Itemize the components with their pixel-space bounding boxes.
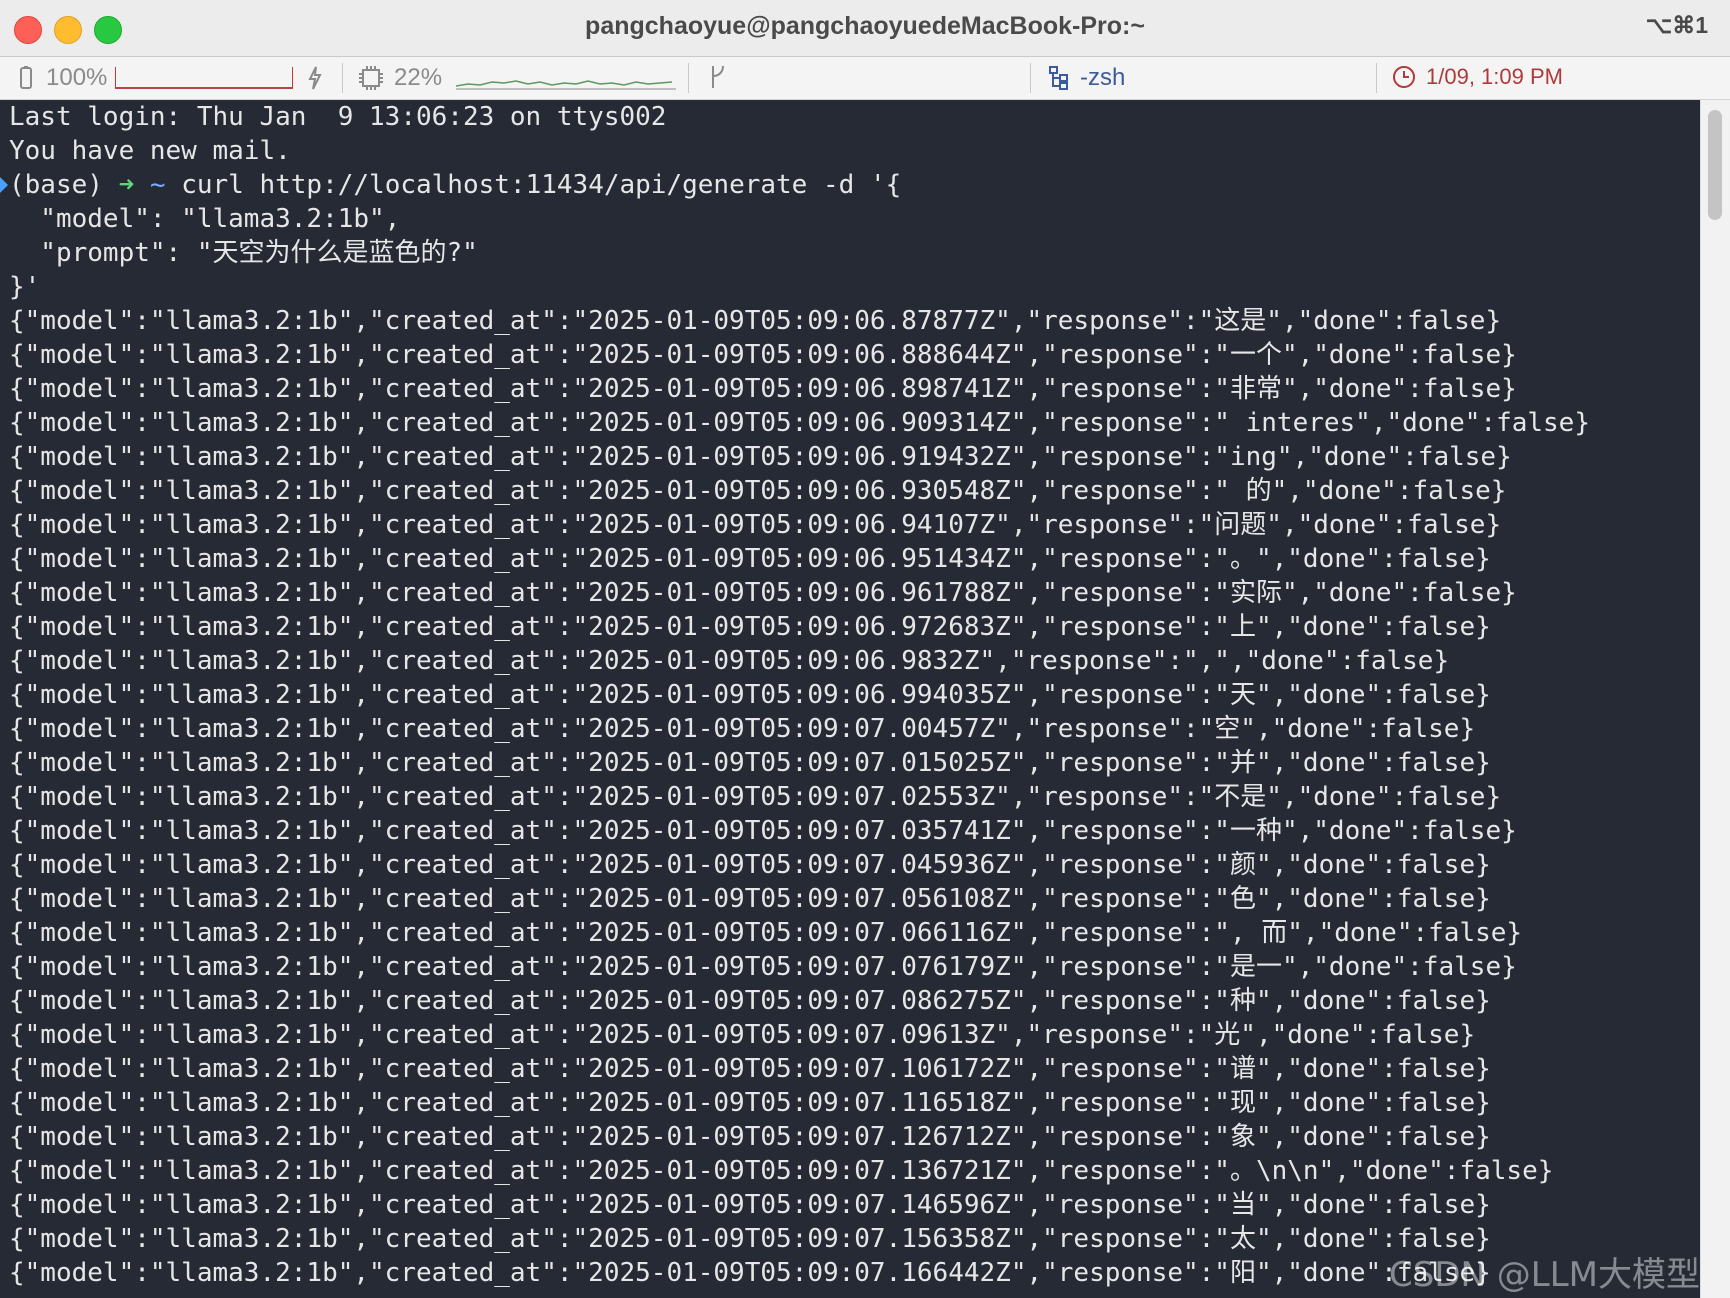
prompt-cwd: ~ [149, 170, 166, 200]
response-line: {"model":"llama3.2:1b","created_at":"202… [9, 782, 1502, 812]
branch-icon [712, 65, 724, 88]
response-line: {"model":"llama3.2:1b","created_at":"202… [9, 306, 1502, 336]
response-line: {"model":"llama3.2:1b","created_at":"202… [9, 544, 1491, 574]
terminal-line: "model": "llama3.2:1b", [9, 204, 401, 234]
conda-env: (base) [9, 170, 103, 200]
response-line: {"model":"llama3.2:1b","created_at":"202… [9, 884, 1491, 914]
response-line: {"model":"llama3.2:1b","created_at":"202… [9, 374, 1517, 404]
battery-percent: 100% [46, 64, 108, 91]
status-bar: 100% 22% -zsh 1/09, 1:09 PM [0, 57, 1730, 100]
status-divider [342, 63, 343, 93]
command-text: curl http://localhost:11434/api/generate… [181, 170, 902, 200]
cpu-status: 22% [358, 64, 677, 92]
watermark: CSDN @LLM大模型 [1389, 1255, 1700, 1295]
response-line: {"model":"llama3.2:1b","created_at":"202… [9, 408, 1590, 438]
response-line: {"model":"llama3.2:1b","created_at":"202… [9, 1054, 1491, 1084]
response-line: {"model":"llama3.2:1b","created_at":"202… [9, 1088, 1491, 1118]
lightning-icon [308, 66, 323, 90]
cpu-icon [359, 66, 383, 90]
battery-bar [115, 67, 294, 89]
window-title: pangchaoyue@pangchaoyuedeMacBook-Pro:~ [585, 12, 1145, 40]
response-line: {"model":"llama3.2:1b","created_at":"202… [9, 680, 1491, 710]
shell-status: -zsh [1048, 64, 1125, 92]
cpu-sparkline [456, 80, 677, 90]
response-line: {"model":"llama3.2:1b","created_at":"202… [9, 1020, 1476, 1050]
response-line: {"model":"llama3.2:1b","created_at":"202… [9, 340, 1517, 370]
scrollbar[interactable] [1700, 100, 1730, 1298]
battery-status: 100% [18, 64, 323, 92]
cpu-percent: 22% [394, 64, 443, 91]
response-line: {"model":"llama3.2:1b","created_at":"202… [9, 1122, 1491, 1152]
response-line: {"model":"llama3.2:1b","created_at":"202… [9, 442, 1512, 472]
prompt-line: (base) ➜ ~ curl http://localhost:11434/a… [0, 168, 1700, 202]
response-line: {"model":"llama3.2:1b","created_at":"202… [9, 476, 1507, 506]
terminal-line: "prompt": "天空为什么是蓝色的?" [9, 238, 478, 268]
response-line: {"model":"llama3.2:1b","created_at":"202… [9, 646, 1450, 676]
window-shortcut: ⌥⌘1 [1645, 12, 1708, 38]
status-divider [1376, 63, 1377, 93]
response-line: {"model":"llama3.2:1b","created_at":"202… [9, 578, 1517, 608]
response-line: {"model":"llama3.2:1b","created_at":"202… [9, 748, 1491, 778]
response-line: {"model":"llama3.2:1b","created_at":"202… [9, 510, 1502, 540]
terminal-line: You have new mail. [9, 136, 291, 166]
response-line: {"model":"llama3.2:1b","created_at":"202… [9, 1156, 1554, 1186]
prompt-mark-icon [0, 177, 8, 193]
scrollbar-thumb[interactable] [1708, 110, 1722, 220]
response-line: {"model":"llama3.2:1b","created_at":"202… [9, 986, 1491, 1016]
response-line: {"model":"llama3.2:1b","created_at":"202… [9, 918, 1523, 948]
response-line: {"model":"llama3.2:1b","created_at":"202… [9, 612, 1491, 642]
response-line: {"model":"llama3.2:1b","created_at":"202… [9, 1190, 1491, 1220]
tree-icon [1049, 66, 1068, 90]
response-line: {"model":"llama3.2:1b","created_at":"202… [9, 816, 1517, 846]
response-line: {"model":"llama3.2:1b","created_at":"202… [9, 952, 1517, 982]
clock-icon [1393, 66, 1415, 88]
git-status [708, 64, 728, 90]
prompt-arrow: ➜ [118, 170, 135, 200]
datetime: 1/09, 1:09 PM [1426, 64, 1563, 89]
status-divider [1030, 63, 1031, 93]
status-divider [688, 63, 689, 93]
shell-name: -zsh [1080, 64, 1126, 91]
terminal-line: Last login: Thu Jan 9 13:06:23 on ttys00… [9, 102, 667, 132]
clock-status: 1/09, 1:09 PM [1392, 64, 1563, 90]
response-line: {"model":"llama3.2:1b","created_at":"202… [9, 714, 1476, 744]
terminal-line: }' [9, 272, 41, 302]
terminal-output[interactable]: Last login: Thu Jan 9 13:06:23 on ttys00… [0, 100, 1700, 1298]
title-bar: pangchaoyue@pangchaoyuedeMacBook-Pro:~ ⌥… [0, 0, 1730, 57]
battery-icon [20, 66, 32, 89]
response-line: {"model":"llama3.2:1b","created_at":"202… [9, 850, 1491, 880]
